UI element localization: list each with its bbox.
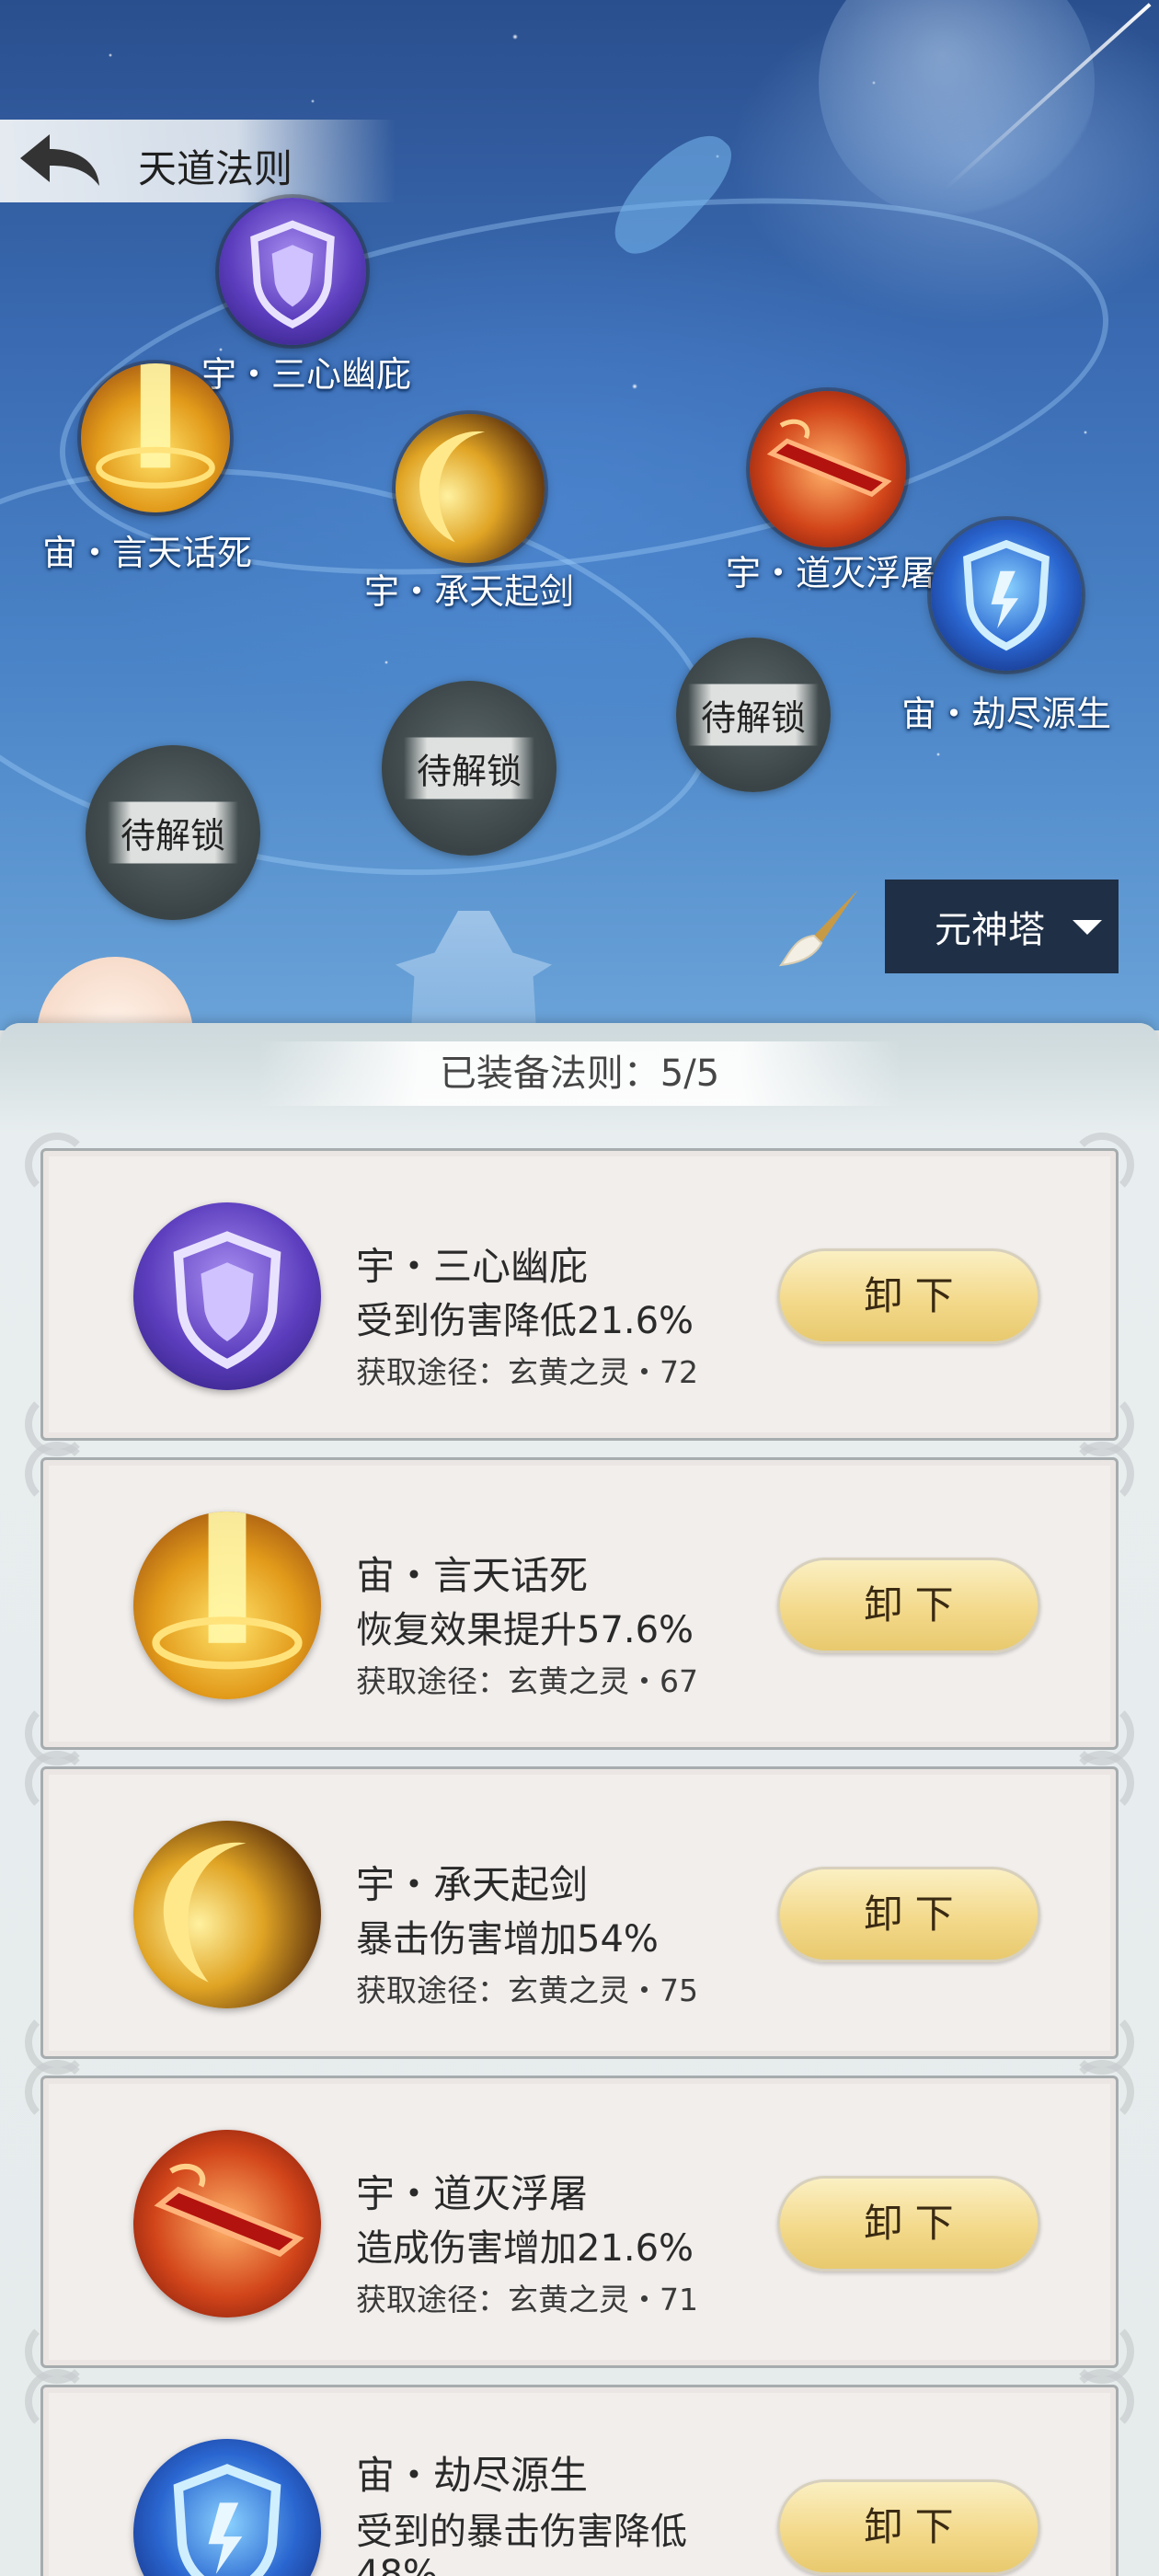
locked-label: 待解锁 [687, 684, 820, 746]
equipped-count-label: 已装备法则：5/5 [258, 1041, 901, 1106]
tower-select-value: 元神塔 [935, 909, 1045, 951]
tower-select-dropdown[interactable]: 元神塔 [885, 880, 1119, 973]
law-node-jiejin[interactable] [931, 520, 1082, 671]
back-button[interactable] [13, 129, 105, 193]
law-source: 获取途径：玄黄之灵・67 [356, 1663, 698, 1699]
law-source: 获取途径：玄黄之灵・75 [356, 1972, 698, 2008]
cloud-corner-decoration [25, 2060, 89, 2124]
locked-node[interactable]: 待解锁 [382, 681, 557, 856]
unequip-button[interactable]: 卸 下 [777, 1558, 1040, 1653]
locked-label: 待解锁 [403, 737, 535, 799]
law-effect: 暴击伤害增加54% [356, 1918, 659, 1961]
law-name: 宇・三心幽庇 [356, 1244, 589, 1289]
law-source: 获取途径：玄黄之灵・72 [356, 1354, 698, 1390]
law-card: 宙・言天话死 恢复效果提升57.6% 获取途径：玄黄之灵・67 卸 下 [25, 1442, 1134, 1765]
brush-icon [778, 890, 858, 967]
law-effect: 造成伤害增加21.6% [356, 2227, 694, 2270]
law-node-daomie[interactable] [750, 391, 906, 547]
purple-shield-icon [250, 220, 335, 329]
cloud-corner-decoration [1070, 1442, 1134, 1506]
locked-label: 待解锁 [107, 801, 239, 864]
locked-node[interactable]: 待解锁 [86, 745, 260, 920]
unequip-button[interactable]: 卸 下 [777, 1867, 1040, 1962]
unequip-button[interactable]: 卸 下 [777, 2176, 1040, 2271]
law-card: 宇・承天起剑 暴击伤害增加54% 获取途径：玄黄之灵・75 卸 下 [25, 1751, 1134, 2075]
equipped-panel: 已装备法则：5/5 宇・三心幽庇 受到伤害降低21.6% 获取途径：玄黄之灵・7… [0, 1023, 1159, 2576]
cloud-corner-decoration [1070, 2060, 1134, 2124]
law-name: 宇・道灭浮屠 [356, 2171, 589, 2216]
law-node-chengtian[interactable] [396, 414, 545, 563]
cloud-corner-decoration [25, 2369, 89, 2433]
golden-light-pillar-icon [133, 1512, 321, 1699]
law-node-sanxin[interactable] [219, 198, 366, 345]
unequip-button[interactable]: 卸 下 [777, 1248, 1040, 1344]
crescent-moon-icon [133, 1821, 321, 2008]
blue-shield-icon [963, 539, 1050, 651]
law-node-label: 宇・承天起剑 [363, 571, 575, 612]
red-blade-icon [766, 419, 892, 498]
law-name: 宇・承天起剑 [356, 1862, 589, 1907]
chevron-down-icon [1073, 920, 1102, 935]
blue-shield-icon [133, 2439, 321, 2576]
cloud-corner-decoration [1070, 2369, 1134, 2433]
law-node-label: 宇・三心幽庇 [201, 354, 412, 395]
cloud-corner-decoration [1070, 1751, 1134, 1815]
locked-node[interactable]: 待解锁 [676, 638, 831, 792]
law-node-label: 宇・道灭浮屠 [725, 553, 936, 593]
back-arrow-icon [20, 134, 99, 186]
law-node-yantian[interactable] [81, 363, 230, 512]
cloud-corner-decoration [25, 1133, 89, 1197]
law-name: 宙・言天话死 [356, 1553, 589, 1598]
cloud-corner-decoration [25, 1751, 89, 1815]
law-effect: 受到的暴击伤害降低 [356, 2511, 687, 2553]
law-card: 宇・道灭浮屠 造成伤害增加21.6% 获取途径：玄黄之灵・71 卸 下 [25, 2060, 1134, 2384]
red-blade-icon [133, 2130, 321, 2317]
law-node-label: 宙・言天话死 [41, 533, 253, 573]
crescent-moon-icon [419, 431, 486, 543]
law-name: 宙・劫尽源生 [356, 2453, 589, 2498]
unequip-button[interactable]: 卸 下 [777, 2479, 1040, 2575]
star-map: 天道法则 宇・三心幽庇 宙・言天话死 宇・承天起剑 宇・道灭浮屠 宙・劫尽源生 … [0, 0, 1159, 1030]
law-card: 宇・三心幽庇 受到伤害降低21.6% 获取途径：玄黄之灵・72 卸 下 [25, 1133, 1134, 1456]
cloud-corner-decoration [25, 1442, 89, 1506]
law-effect: 恢复效果提升57.6% [356, 1609, 694, 1651]
page-title: 天道法则 [138, 146, 293, 191]
cloud-corner-decoration [1070, 1133, 1134, 1197]
law-node-label: 宙・劫尽源生 [901, 694, 1112, 734]
law-effect-overflow: 48% [356, 2553, 438, 2576]
header-bar: 天道法则 [0, 120, 396, 202]
brush-button[interactable] [777, 888, 860, 971]
law-card: 宙・劫尽源生 受到的暴击伤害降低 48% 卸 下 [25, 2369, 1134, 2576]
law-source: 获取途径：玄黄之灵・71 [356, 2282, 698, 2317]
law-effect: 受到伤害降低21.6% [356, 1300, 694, 1342]
purple-shield-icon [133, 1202, 321, 1390]
golden-light-pillar-icon [96, 363, 215, 489]
